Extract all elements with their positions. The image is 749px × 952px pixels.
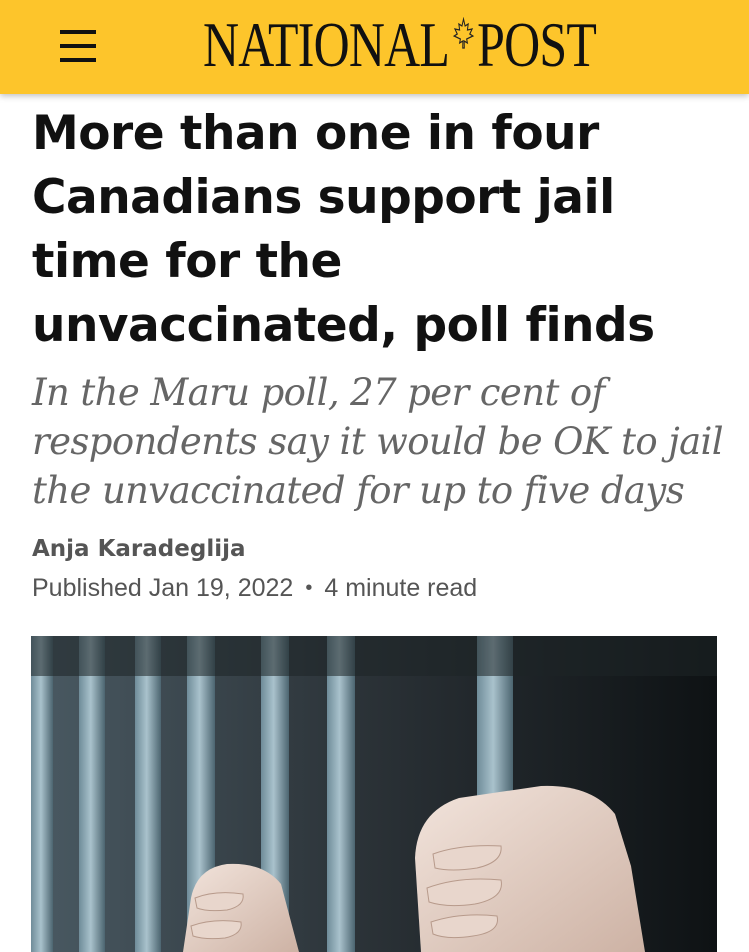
article-meta: Published Jan 19, 2022 • 4 minute read <box>32 574 477 603</box>
jail-bars-photo <box>31 636 717 952</box>
read-time: 4 minute read <box>324 574 478 602</box>
maple-leaf-icon <box>452 17 474 49</box>
site-logo[interactable]: NATIONAL POST <box>203 9 597 80</box>
meta-separator: • <box>305 577 313 599</box>
site-header: NATIONAL POST <box>0 0 749 94</box>
hero-image <box>31 636 717 952</box>
hamburger-menu-icon[interactable] <box>60 27 96 65</box>
article-headline: More than one in four Canadians support … <box>32 106 655 353</box>
author-name[interactable]: Anja Karadeglija <box>32 536 246 562</box>
article-subheadline: In the Maru poll, 27 per cent of respond… <box>32 371 724 512</box>
logo-text-post: POST <box>477 9 597 80</box>
logo-text-national: NATIONAL <box>203 9 450 80</box>
published-date: Published Jan 19, 2022 <box>32 574 294 602</box>
